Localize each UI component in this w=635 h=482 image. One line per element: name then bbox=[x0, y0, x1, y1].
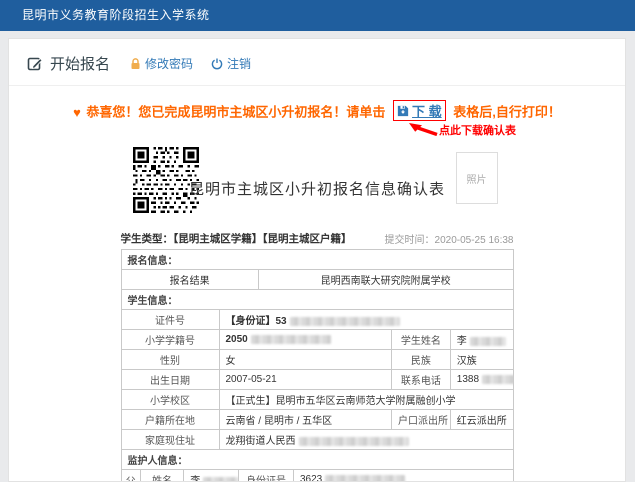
gender-label: 性别 bbox=[120, 349, 220, 370]
confirmation-document: 昆明市主城区小升初报名信息确认表 照片 学生类型：【昆明主城区学籍】【昆明主城区… bbox=[120, 146, 514, 481]
redacted-block bbox=[203, 476, 238, 481]
start-registration-label: 开始报名 bbox=[50, 56, 111, 73]
ethnic-label: 民族 bbox=[390, 349, 451, 370]
name-value: 李 bbox=[449, 329, 514, 350]
name-label: 学生姓名 bbox=[390, 329, 451, 350]
section-header-guardian: 监护人信息： bbox=[120, 449, 514, 470]
student-table: 学生信息： 证件号 【身份证】53 小学学籍号 2050 学生姓名 李 性别 女… bbox=[120, 289, 514, 450]
document-header: 昆明市主城区小升初报名信息确认表 照片 bbox=[121, 146, 514, 222]
xjh-label: 小学学籍号 bbox=[120, 329, 220, 350]
pcs-label: 户口派出所 bbox=[390, 409, 451, 430]
registration-table: 报名信息： 报名结果 昆明西南联大研究院附属学校 bbox=[120, 249, 514, 290]
ethnic-value: 汉族 bbox=[449, 349, 514, 370]
success-notice: ♥ 恭喜您！您已完成昆明市主城区小升初报名！请单击 下 载 表格后,自行打印！ bbox=[9, 100, 625, 121]
section-header-student: 学生信息： bbox=[120, 289, 514, 310]
father-role: 父亲 bbox=[120, 469, 142, 481]
redacted-block bbox=[289, 316, 400, 326]
care-heart-icon: ♥ bbox=[73, 104, 81, 120]
main-card: 开始报名 修改密码 注销 ♥ 恭喜您！您已完成昆明市主城区小升初报名！请单击 下… bbox=[8, 38, 626, 482]
father-name-label: 姓名 bbox=[140, 469, 185, 481]
birth-value: 2007-05-21 bbox=[218, 369, 392, 390]
gender-value: 女 bbox=[218, 349, 392, 370]
redacted-block bbox=[298, 436, 409, 446]
xjh-value: 2050 bbox=[218, 329, 392, 350]
student-type: 学生类型：【昆明主城区学籍】【昆明主城区户籍】 bbox=[120, 233, 352, 245]
reg-result-value: 昆明西南联大研究院附属学校 bbox=[257, 269, 514, 290]
red-arrow-icon bbox=[409, 122, 439, 136]
document-meta: 学生类型：【昆明主城区学籍】【昆明主城区户籍】 提交时间：2020-05-25 … bbox=[121, 231, 514, 249]
school-label: 小学校区 bbox=[120, 389, 220, 410]
notice-text-prefix: 恭喜您！您已完成昆明市主城区小升初报名！请单击 bbox=[86, 104, 386, 120]
edit-icon bbox=[27, 56, 43, 72]
download-hint: 点此下载确认表 bbox=[409, 122, 625, 138]
addr-label: 家庭现住址 bbox=[120, 429, 220, 450]
phone-value: 1388 bbox=[449, 369, 514, 390]
id-value: 【身份证】53 bbox=[218, 309, 514, 330]
lock-icon bbox=[130, 57, 141, 70]
save-icon bbox=[397, 105, 409, 117]
notice-text-suffix: 表格后,自行打印！ bbox=[453, 104, 561, 120]
nav-row: 开始报名 修改密码 注销 bbox=[9, 39, 625, 85]
photo-placeholder: 照片 bbox=[455, 152, 498, 204]
redacted-block bbox=[325, 474, 406, 481]
section-header-registration: 报名信息： bbox=[120, 249, 514, 270]
photo-label: 照片 bbox=[466, 174, 487, 186]
guardian-table: 监护人信息： 父亲 姓名 李 身份证号 3623 电话 139 工作单位 个体 … bbox=[120, 449, 514, 481]
father-name-value: 李 bbox=[183, 469, 240, 481]
birth-label: 出生日期 bbox=[120, 369, 220, 390]
huji-value: 云南省 / 昆明市 / 五华区 bbox=[218, 409, 392, 430]
father-idno-label: 身份证号 bbox=[238, 469, 294, 481]
addr-value: 龙翔街道人民西 bbox=[218, 429, 514, 450]
download-hint-label: 点此下载确认表 bbox=[439, 125, 516, 137]
huji-label: 户籍所在地 bbox=[120, 409, 220, 430]
redacted-block bbox=[469, 336, 506, 346]
power-icon bbox=[211, 58, 223, 70]
pcs-value: 红云派出所 bbox=[449, 409, 514, 430]
father-idno-value: 3623 bbox=[292, 469, 514, 481]
divider bbox=[9, 85, 625, 86]
logout-link[interactable]: 注销 bbox=[211, 55, 251, 72]
phone-label: 联系电话 bbox=[390, 369, 451, 390]
redacted-block bbox=[250, 334, 331, 344]
redacted-block bbox=[482, 374, 513, 384]
reg-result-label: 报名结果 bbox=[120, 269, 259, 290]
app-header: 昆明市义务教育阶段招生入学系统 bbox=[0, 0, 635, 31]
download-button[interactable]: 下 载 bbox=[393, 100, 446, 121]
download-label: 下 载 bbox=[412, 104, 442, 119]
tab-start-registration[interactable]: 开始报名 bbox=[27, 53, 110, 74]
id-label: 证件号 bbox=[120, 309, 220, 330]
app-title: 昆明市义务教育阶段招生入学系统 bbox=[22, 8, 210, 22]
change-password-link[interactable]: 修改密码 bbox=[130, 55, 193, 72]
logout-label: 注销 bbox=[227, 57, 252, 71]
change-password-label: 修改密码 bbox=[145, 57, 194, 71]
submit-time: 提交时间：2020-05-25 16:38 bbox=[384, 235, 514, 246]
school-value: 【正式生】昆明市五华区云南师范大学附属融创小学 bbox=[218, 389, 514, 410]
